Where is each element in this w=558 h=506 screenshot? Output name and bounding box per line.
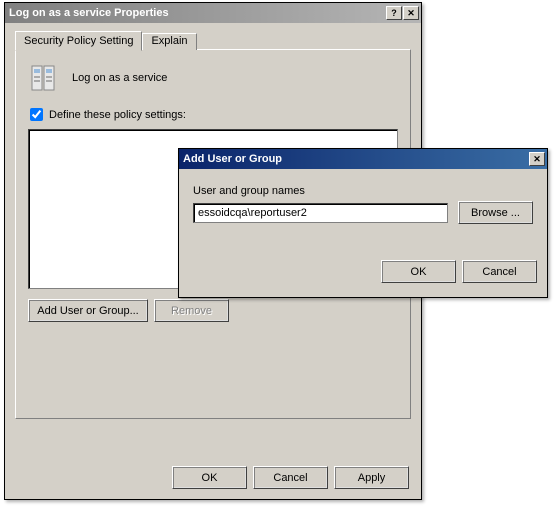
properties-title: Log on as a service Properties [9,7,386,19]
properties-apply-button[interactable]: Apply [334,466,409,489]
add-dialog-title: Add User or Group [183,153,529,165]
remove-button: Remove [154,299,229,322]
properties-ok-button[interactable]: OK [172,466,247,489]
close-icon[interactable]: ✕ [403,6,419,20]
policy-servers-icon [28,62,60,94]
user-group-field-label: User and group names [193,185,533,197]
browse-button[interactable]: Browse ... [458,201,533,224]
policy-name-label: Log on as a service [72,72,167,84]
add-user-group-dialog: Add User or Group ✕ User and group names… [178,148,548,298]
properties-titlebar: Log on as a service Properties ? ✕ [5,3,421,23]
tab-security-policy[interactable]: Security Policy Setting [15,31,142,51]
add-dialog-ok-button[interactable]: OK [381,260,456,283]
help-icon[interactable]: ? [386,6,402,20]
add-dialog-cancel-button[interactable]: Cancel [462,260,537,283]
add-user-or-group-button[interactable]: Add User or Group... [28,299,148,322]
define-policy-checkbox[interactable] [30,108,43,121]
properties-cancel-button[interactable]: Cancel [253,466,328,489]
add-dialog-titlebar: Add User or Group ✕ [179,149,547,169]
define-policy-label: Define these policy settings: [49,109,186,121]
tab-explain[interactable]: Explain [142,33,196,50]
user-group-input[interactable] [193,203,448,223]
close-icon[interactable]: ✕ [529,152,545,166]
tabstrip: Security Policy Setting Explain [15,31,411,50]
